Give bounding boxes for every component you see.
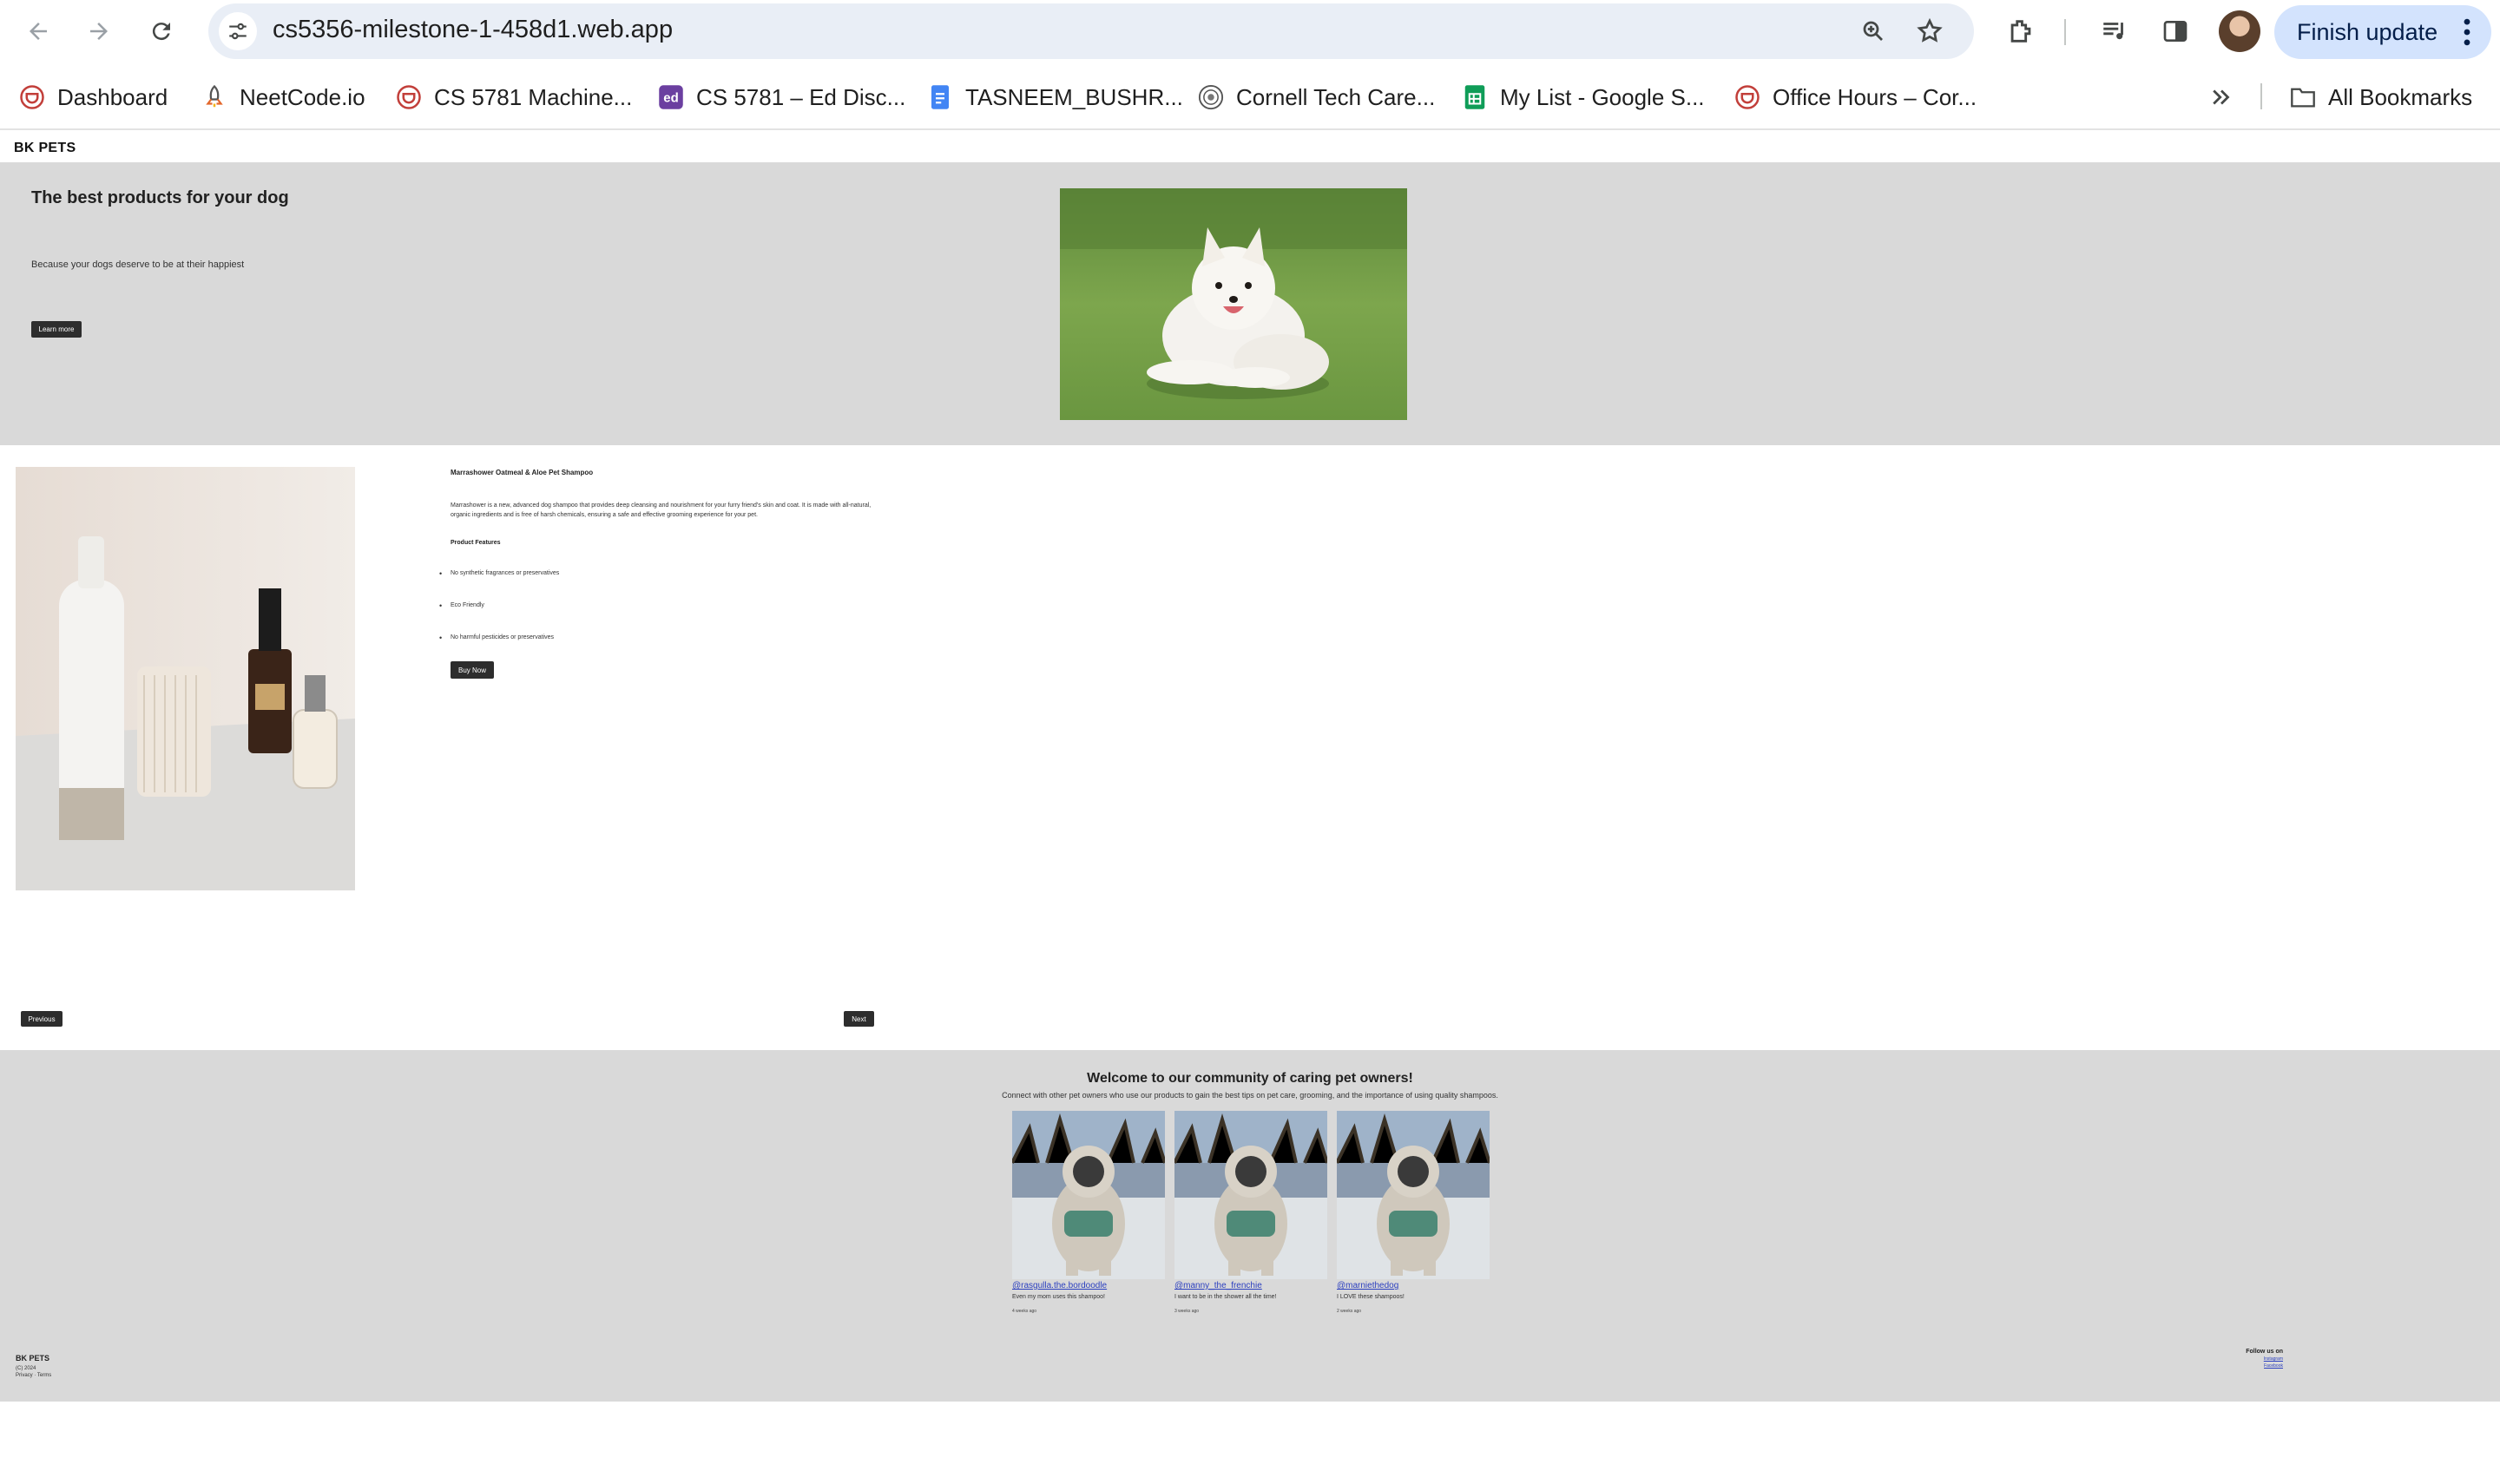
site-brand[interactable]: BK PETS	[14, 141, 76, 156]
zoom-icon[interactable]	[1858, 16, 1889, 47]
dog-photo	[1174, 1111, 1327, 1279]
all-bookmarks-button[interactable]: All Bookmarks	[2290, 80, 2472, 115]
bookmark-google-sheet[interactable]: My List - Google S...	[1462, 80, 1705, 115]
instagram-link[interactable]: Instagram	[2205, 1356, 2283, 1362]
finish-update-button[interactable]: Finish update	[2274, 5, 2491, 59]
media-controls-icon[interactable]	[2097, 14, 2132, 49]
product-feature: Eco Friendly	[439, 601, 484, 610]
post-handle-link[interactable]: @rasgulla.the.bordoodle	[1012, 1281, 1165, 1290]
follow-title: Follow us on	[2246, 1349, 2283, 1355]
back-button[interactable]	[19, 12, 57, 50]
arrow-right-icon	[90, 23, 108, 40]
post-time: 3 weeks ago	[1174, 1309, 1200, 1314]
community-post: @rasgulla.the.bordoodle Even my mom uses…	[1012, 1111, 1165, 1314]
previous-button[interactable]: Previous	[21, 1011, 62, 1027]
arrow-left-icon	[30, 23, 47, 40]
post-quote: Even my mom uses this shampoo!	[1012, 1294, 1105, 1300]
star-bookmark-icon[interactable]	[1914, 16, 1945, 47]
bookmark-google-doc[interactable]: TASNEEM_BUSHR...	[927, 80, 1183, 115]
more-vert-icon	[2464, 18, 2470, 46]
footer-brand: BK PETS	[16, 1354, 50, 1363]
community-post: @marniethedog I LOVE these shampoos! 2 w…	[1337, 1111, 1490, 1314]
bookmarks-bar: Dashboard NeetCode.io CS 5781 Machine...…	[0, 64, 2500, 130]
tune-icon	[229, 23, 247, 40]
product-feature: No synthetic fragrances or preservatives	[439, 569, 559, 578]
product-name: Marrashower Oatmeal & Aloe Pet Shampoo	[451, 469, 594, 476]
post-quote: I LOVE these shampoos!	[1337, 1294, 1405, 1300]
folder-icon	[2290, 84, 2316, 110]
address-bar[interactable]: cs5356-milestone-1-458d1.web.app	[208, 3, 1974, 59]
hero-title: The best products for your dog	[31, 188, 289, 207]
footer-copyright: (C) 2024	[16, 1366, 36, 1371]
buy-now-button[interactable]: Buy Now	[451, 661, 494, 679]
dog-photo	[1012, 1111, 1165, 1279]
community-section: Welcome to our community of caring pet o…	[0, 1050, 2500, 1402]
hero-dog-image	[1060, 188, 1407, 420]
chevron-double-right-icon	[2213, 89, 2230, 105]
cornell-seal-icon	[1198, 84, 1224, 110]
follow-us: Follow us on Instagram Facebook	[2205, 1349, 2283, 1369]
facebook-link[interactable]: Facebook	[2205, 1363, 2283, 1369]
dog-photo	[1337, 1111, 1490, 1279]
post-time: 2 weeks ago	[1337, 1309, 1362, 1314]
product-features-title: Product Features	[451, 540, 501, 546]
canvas-icon	[19, 84, 45, 110]
rocket-icon	[201, 84, 227, 110]
community-subtitle: Connect with other pet owners who use ou…	[1002, 1091, 1498, 1100]
side-panel-icon[interactable]	[2158, 14, 2193, 49]
web-page: BK PETS The best products for your dog B…	[0, 132, 2500, 1484]
extensions-icon[interactable]	[2003, 14, 2038, 49]
next-button[interactable]: Next	[844, 1011, 874, 1027]
learn-more-button[interactable]: Learn more	[31, 321, 82, 338]
product-section: Marrashower Oatmeal & Aloe Pet Shampoo M…	[0, 445, 2500, 1050]
bookmark-dashboard[interactable]: Dashboard	[19, 80, 168, 115]
product-feature: No harmful pesticides or preservatives	[439, 634, 554, 642]
bookmark-ed-discussion[interactable]: ed CS 5781 – Ed Disc...	[658, 80, 905, 115]
product-description: Marrashower is a new, advanced dog shamp…	[451, 502, 872, 518]
finish-update-label: Finish update	[2297, 18, 2438, 45]
product-bottles-image	[16, 467, 355, 890]
hero-section: The best products for your dog Because y…	[0, 162, 2500, 445]
canvas-icon	[1734, 84, 1760, 110]
post-handle-link[interactable]: @manny_the_frenchie	[1174, 1281, 1327, 1290]
post-time: 4 weeks ago	[1012, 1309, 1037, 1314]
reload-icon	[152, 23, 170, 41]
bookmark-cornell-tech[interactable]: Cornell Tech Care...	[1198, 80, 1435, 115]
community-post: @manny_the_frenchie I want to be in the …	[1174, 1111, 1327, 1314]
hero-subtitle: Because your dogs deserve to be at their…	[31, 259, 245, 270]
reload-button[interactable]	[142, 12, 181, 50]
bookmarks-overflow-button[interactable]	[2208, 80, 2234, 115]
canvas-icon	[396, 84, 422, 110]
url-text[interactable]: cs5356-milestone-1-458d1.web.app	[273, 16, 673, 44]
post-handle-link[interactable]: @marniethedog	[1337, 1281, 1490, 1290]
bookmark-neetcode[interactable]: NeetCode.io	[201, 80, 365, 115]
community-title: Welcome to our community of caring pet o…	[1087, 1071, 1413, 1086]
ed-icon: ed	[658, 84, 684, 110]
browser-toolbar: cs5356-milestone-1-458d1.web.app Finish …	[0, 0, 2500, 64]
post-quote: I want to be in the shower all the time!	[1174, 1294, 1277, 1300]
bookmark-office-hours[interactable]: Office Hours – Cor...	[1734, 80, 1977, 115]
profile-avatar[interactable]	[2219, 10, 2260, 52]
forward-button[interactable]	[80, 12, 118, 50]
footer-legal-links[interactable]: Privacy · Terms	[16, 1373, 51, 1378]
bookmark-cs5781-machine[interactable]: CS 5781 Machine...	[396, 80, 632, 115]
google-sheets-icon	[1462, 84, 1488, 110]
google-docs-icon	[927, 84, 953, 110]
site-info-button[interactable]	[219, 12, 257, 50]
svg-text:ed: ed	[663, 91, 679, 106]
